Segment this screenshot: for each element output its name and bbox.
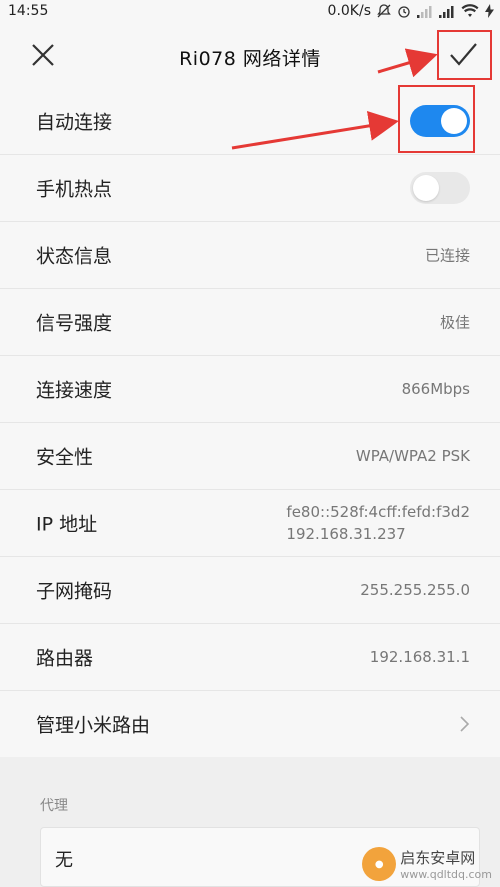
status-time: 14:55 (8, 3, 49, 19)
network-details-list: 自动连接 手机热点 状态信息 已连接 信号强度 极佳 连接速度 866Mbps … (0, 88, 500, 758)
watermark-brand: 启东安卓网 (400, 849, 476, 867)
speed-value: 866Mbps (401, 380, 470, 398)
net-speed: 0.0K/s (327, 3, 371, 19)
signal-value: 极佳 (439, 313, 470, 332)
row-label: 自动连接 (36, 111, 113, 134)
charging-icon (485, 4, 494, 18)
row-signal: 信号强度 极佳 (0, 289, 500, 356)
row-router: 路由器 192.168.31.1 (0, 624, 500, 691)
highlight-confirm (437, 30, 492, 80)
highlight-toggle (398, 85, 475, 153)
ip-value: fe80::528f:4cff:fefd:f3d2 192.168.31.237 (286, 501, 470, 545)
row-security: 安全性 WPA/WPA2 PSK (0, 423, 500, 490)
row-label: 安全性 (36, 446, 94, 469)
row-subnet: 子网掩码 255.255.255.0 (0, 557, 500, 624)
status-value: 已连接 (424, 246, 470, 265)
subnet-value: 255.255.255.0 (360, 581, 470, 599)
chevron-right-icon (460, 716, 470, 732)
status-bar: 14:55 0.0K/s (0, 0, 500, 24)
mute-bell-icon (377, 4, 391, 18)
router-value: 192.168.31.1 (369, 648, 470, 666)
toggle-knob (413, 175, 439, 201)
watermark-url: www.qdltdq.com (400, 868, 492, 881)
row-label: 管理小米路由 (36, 714, 151, 737)
hotspot-toggle[interactable] (410, 172, 470, 204)
row-status: 状态信息 已连接 (0, 222, 500, 289)
page-title: Ri078 网络详情 (179, 48, 321, 70)
security-value: WPA/WPA2 PSK (355, 447, 470, 465)
row-label: 状态信息 (36, 245, 113, 268)
proxy-value: 无 (55, 850, 73, 871)
wifi-icon (461, 4, 479, 17)
header: Ri078 网络详情 (0, 24, 500, 88)
row-ip: IP 地址 fe80::528f:4cff:fefd:f3d2 192.168.… (0, 490, 500, 557)
proxy-title: 代理 (40, 798, 68, 814)
watermark-text: 启东安卓网 www.qdltdq.com (400, 847, 492, 881)
row-label: 信号强度 (36, 312, 113, 335)
row-label: 手机热点 (36, 178, 113, 201)
watermark: ● 启东安卓网 www.qdltdq.com (362, 847, 492, 881)
status-icons: 0.0K/s (328, 3, 494, 19)
ipv4-value: 192.168.31.237 (286, 525, 406, 543)
row-manage-router[interactable]: 管理小米路由 (0, 691, 500, 758)
row-label: 连接速度 (36, 379, 113, 402)
alarm-icon (398, 6, 410, 18)
watermark-logo-icon: ● (362, 847, 397, 881)
row-speed: 连接速度 866Mbps (0, 356, 500, 423)
signal-icon (439, 5, 454, 18)
ipv6-value: fe80::528f:4cff:fefd:f3d2 (286, 503, 470, 521)
row-hotspot: 手机热点 (0, 155, 500, 222)
signal-weak-icon (417, 5, 432, 18)
row-label: 路由器 (36, 647, 94, 670)
row-label: 子网掩码 (36, 580, 113, 603)
row-label: IP 地址 (36, 513, 98, 536)
